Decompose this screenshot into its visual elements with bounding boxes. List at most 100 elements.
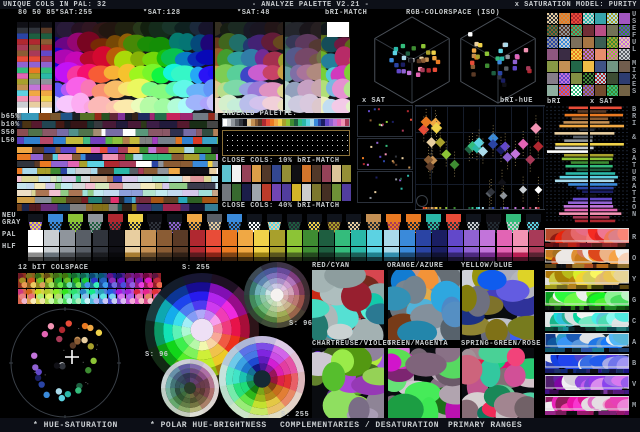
- useful-mix-cell[interactable]: [595, 49, 606, 60]
- close-col-swatch[interactable]: [232, 184, 241, 201]
- useful-mix-cell[interactable]: [583, 13, 594, 24]
- close-col-swatch[interactable]: [332, 184, 341, 201]
- pal-row-swatch[interactable]: [287, 230, 302, 246]
- close-col-swatch[interactable]: [312, 184, 321, 201]
- pal-row-swatch[interactable]: [222, 230, 237, 246]
- pal-row-swatch[interactable]: [173, 230, 188, 246]
- pal-row-swatch[interactable]: [367, 230, 382, 246]
- useful-mix-cell[interactable]: [559, 73, 570, 84]
- useful-mix-cell[interactable]: [595, 85, 606, 96]
- useful-mix-cell[interactable]: [559, 13, 570, 24]
- pal-row-swatch[interactable]: [190, 230, 205, 246]
- useful-mix-cell[interactable]: [619, 61, 630, 72]
- close-col-swatch[interactable]: [302, 165, 311, 182]
- indexed-palette-cell[interactable]: [345, 119, 349, 126]
- useful-mix-cell[interactable]: [595, 13, 606, 24]
- useful-mix-cell[interactable]: [547, 73, 558, 84]
- close-col-swatch[interactable]: [322, 184, 331, 201]
- close-col-swatch[interactable]: [312, 165, 321, 182]
- useful-mix-cell[interactable]: [595, 61, 606, 72]
- useful-mix-cell[interactable]: [571, 13, 582, 24]
- useful-mix-cell[interactable]: [547, 61, 558, 72]
- useful-mix-cell[interactable]: [619, 25, 630, 36]
- pal-row-swatch[interactable]: [60, 230, 75, 246]
- pal-row-swatch[interactable]: [141, 230, 156, 246]
- useful-mix-cell[interactable]: [619, 49, 630, 60]
- useful-mix-cell[interactable]: [547, 37, 558, 48]
- close-col-swatch[interactable]: [242, 165, 251, 182]
- pal-row-swatch[interactable]: [93, 230, 108, 246]
- useful-mix-cell[interactable]: [619, 85, 630, 96]
- useful-mix-cell[interactable]: [595, 25, 606, 36]
- useful-mix-cell[interactable]: [571, 85, 582, 96]
- pal-row-swatch[interactable]: [529, 230, 544, 246]
- close-col-swatch[interactable]: [252, 165, 261, 182]
- useful-mix-cell[interactable]: [559, 37, 570, 48]
- useful-mix-cell[interactable]: [571, 49, 582, 60]
- pal-row-swatch[interactable]: [416, 230, 431, 246]
- useful-mix-cell[interactable]: [559, 49, 570, 60]
- close-col-swatch[interactable]: [342, 184, 351, 201]
- pal-row-swatch[interactable]: [254, 230, 269, 246]
- close-col-swatch[interactable]: [272, 184, 281, 201]
- close-col-swatch[interactable]: [262, 184, 271, 201]
- useful-mix-cell[interactable]: [619, 73, 630, 84]
- useful-mix-cell[interactable]: [607, 37, 618, 48]
- pal-row-swatch[interactable]: [351, 230, 366, 246]
- pal-row-swatch[interactable]: [497, 230, 512, 246]
- close-col-swatch[interactable]: [302, 184, 311, 201]
- pal-row-swatch[interactable]: [384, 230, 399, 246]
- close-col-swatch[interactable]: [272, 165, 281, 182]
- useful-mix-cell[interactable]: [607, 13, 618, 24]
- close-col-swatch[interactable]: [342, 165, 351, 182]
- useful-mix-cell[interactable]: [619, 13, 630, 24]
- useful-mix-cell[interactable]: [559, 25, 570, 36]
- pal-row-swatch[interactable]: [28, 230, 43, 246]
- pal-row-swatch[interactable]: [270, 230, 285, 246]
- pal-row-swatch[interactable]: [335, 230, 350, 246]
- close-col-swatch[interactable]: [282, 165, 291, 182]
- pal-row-swatch[interactable]: [206, 230, 221, 246]
- pal-row-swatch[interactable]: [319, 230, 334, 246]
- useful-mix-cell[interactable]: [619, 37, 630, 48]
- useful-mix-cell[interactable]: [559, 85, 570, 96]
- useful-mix-cell[interactable]: [571, 37, 582, 48]
- pal-row-swatch[interactable]: [76, 230, 91, 246]
- pal-row-swatch[interactable]: [480, 230, 495, 246]
- pal-row-swatch[interactable]: [432, 230, 447, 246]
- useful-mix-cell[interactable]: [547, 13, 558, 24]
- pal-row-swatch[interactable]: [44, 230, 59, 246]
- useful-mix-cell[interactable]: [559, 61, 570, 72]
- useful-mix-cell[interactable]: [547, 25, 558, 36]
- pal-row-swatch[interactable]: [464, 230, 479, 246]
- close-col-swatch[interactable]: [282, 184, 291, 201]
- close-col-swatch[interactable]: [332, 165, 341, 182]
- pal-row-swatch[interactable]: [448, 230, 463, 246]
- pal-row-swatch[interactable]: [400, 230, 415, 246]
- close-col-swatch[interactable]: [222, 165, 231, 182]
- close-col-swatch[interactable]: [252, 184, 261, 201]
- useful-mix-cell[interactable]: [547, 85, 558, 96]
- useful-mix-cell[interactable]: [607, 61, 618, 72]
- useful-mix-cell[interactable]: [571, 73, 582, 84]
- useful-mix-cell[interactable]: [583, 49, 594, 60]
- useful-mix-cell[interactable]: [583, 25, 594, 36]
- pal-row-swatch[interactable]: [513, 230, 528, 246]
- close-col-swatch[interactable]: [242, 184, 251, 201]
- close-col-swatch[interactable]: [232, 165, 241, 182]
- useful-mix-cell[interactable]: [607, 49, 618, 60]
- pal-row-swatch[interactable]: [109, 230, 124, 246]
- close-col-swatch[interactable]: [222, 184, 231, 201]
- close-col-swatch[interactable]: [292, 165, 301, 182]
- useful-mix-cell[interactable]: [571, 61, 582, 72]
- close-col-swatch[interactable]: [292, 184, 301, 201]
- useful-mix-cell[interactable]: [583, 85, 594, 96]
- useful-mix-cell[interactable]: [547, 49, 558, 60]
- useful-mix-cell[interactable]: [583, 37, 594, 48]
- useful-mix-cell[interactable]: [607, 85, 618, 96]
- pal-row-swatch[interactable]: [157, 230, 172, 246]
- useful-mix-cell[interactable]: [571, 25, 582, 36]
- useful-mix-cell[interactable]: [583, 61, 594, 72]
- pal-row-swatch[interactable]: [125, 230, 140, 246]
- useful-mix-cell[interactable]: [607, 25, 618, 36]
